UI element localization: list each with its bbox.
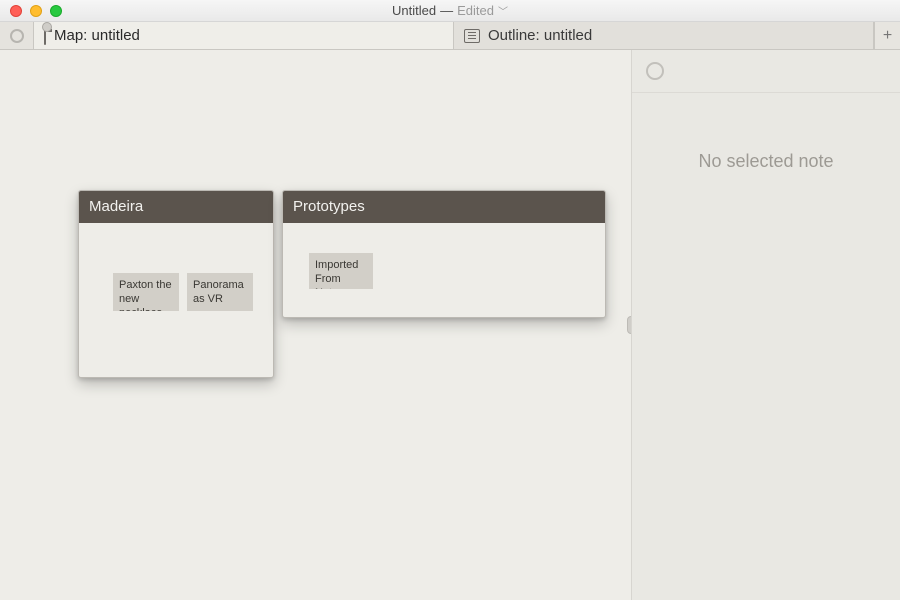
tab-add-button[interactable]: + [874, 22, 900, 49]
window-edited-label: Edited [457, 3, 494, 18]
inspector-empty-message: No selected note [632, 93, 900, 600]
close-icon[interactable] [10, 5, 22, 17]
container-title[interactable]: Madeira [79, 191, 273, 223]
zoom-icon[interactable] [50, 5, 62, 17]
window-title[interactable]: Untitled — Edited ﹀ [0, 3, 900, 18]
split-handle[interactable] [627, 316, 632, 334]
tab-label: Outline: untitled [488, 27, 592, 44]
container-body[interactable]: Imported From Notes [283, 223, 605, 343]
minimize-icon[interactable] [30, 5, 42, 17]
tab-history-button[interactable] [0, 22, 34, 49]
note-item[interactable]: Paxton the new necklace [113, 273, 179, 311]
window-title-text: Untitled [392, 3, 436, 18]
tab-badge-icon [42, 22, 52, 32]
inspector-panel: No selected note [632, 50, 900, 600]
window-title-sep: — [440, 3, 453, 18]
map-view-icon [44, 27, 46, 44]
window-controls [0, 5, 62, 17]
container-body[interactable]: Paxton the new necklace Panorama as VR [79, 223, 273, 379]
tab-bar: Map: untitled Outline: untitled + [0, 22, 900, 50]
tab-label: Map: untitled [54, 27, 140, 44]
plus-icon: + [883, 27, 892, 45]
inspector-selector[interactable] [632, 50, 900, 93]
tab-outline[interactable]: Outline: untitled [454, 22, 874, 49]
chevron-down-icon[interactable]: ﹀ [498, 3, 508, 18]
window-titlebar: Untitled — Edited ﹀ [0, 0, 900, 22]
tab-map[interactable]: Map: untitled [34, 22, 454, 49]
circle-icon [646, 62, 664, 80]
circle-icon [10, 29, 24, 43]
map-canvas[interactable]: Madeira Paxton the new necklace Panorama… [0, 50, 632, 600]
main-area: Madeira Paxton the new necklace Panorama… [0, 50, 900, 600]
container-prototypes[interactable]: Prototypes Imported From Notes [282, 190, 606, 318]
outline-view-icon [464, 29, 480, 43]
note-item[interactable]: Imported From Notes [309, 253, 373, 289]
note-item[interactable]: Panorama as VR [187, 273, 253, 311]
container-madeira[interactable]: Madeira Paxton the new necklace Panorama… [78, 190, 274, 378]
container-title[interactable]: Prototypes [283, 191, 605, 223]
